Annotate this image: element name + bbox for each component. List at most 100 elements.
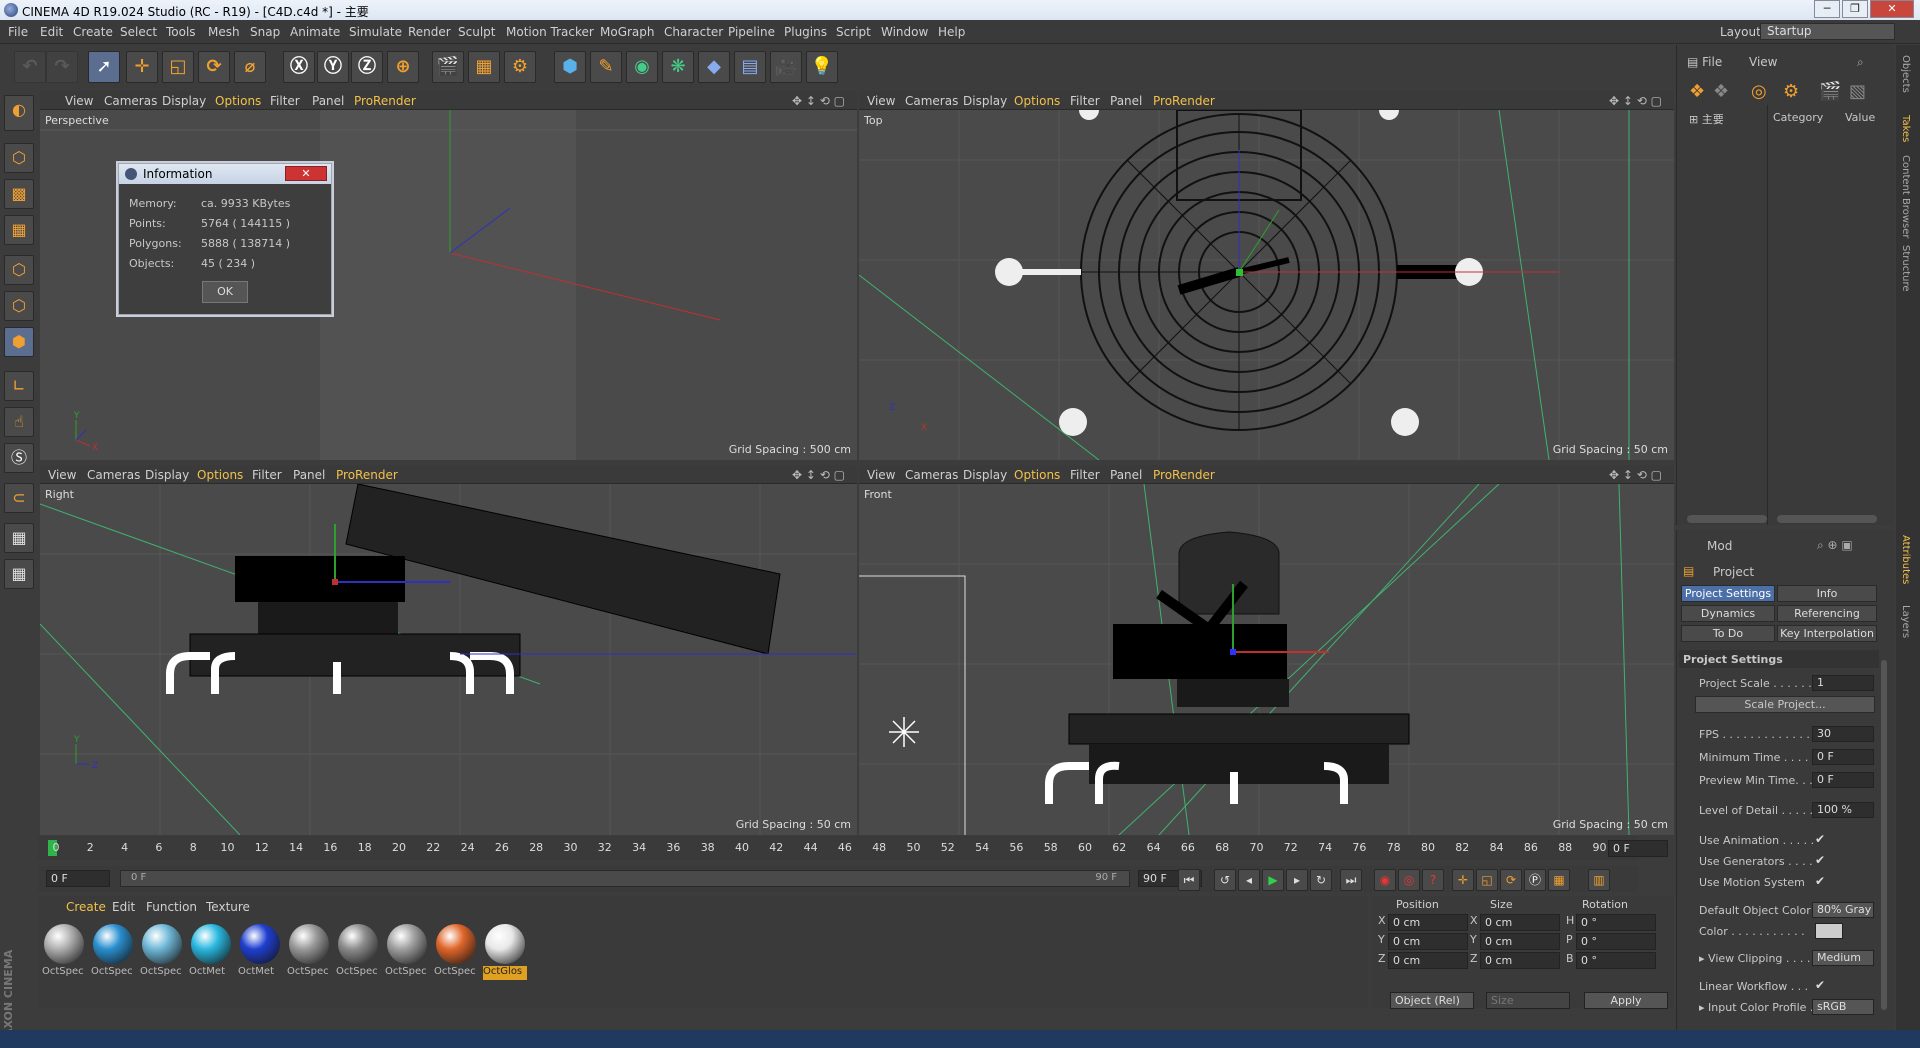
move-tool-icon[interactable]: ✛ (126, 51, 158, 83)
material-item[interactable]: OctSpec (287, 924, 331, 990)
vp-menu-display[interactable]: Display (963, 94, 1007, 108)
play-forward-icon[interactable]: ▶ (1262, 869, 1284, 891)
menu-mograph[interactable]: MoGraph (600, 25, 655, 39)
edges-mode-icon[interactable]: ⬡ (4, 291, 34, 321)
material-item[interactable]: OctMet (189, 924, 233, 990)
frame-range-slider[interactable]: 0 F 90 F (120, 870, 1130, 887)
menu-edit[interactable]: Edit (40, 25, 63, 39)
material-item[interactable]: OctSpec (385, 924, 429, 990)
vp-menu-view[interactable]: View (867, 468, 895, 482)
color-swatch[interactable] (1815, 923, 1843, 939)
tweak-mode-icon[interactable]: ☝ (4, 407, 34, 437)
preview-min-time-field[interactable]: 0 F (1812, 772, 1874, 788)
use-generators-checkbox[interactable]: ✔ (1815, 853, 1825, 867)
keyframe-selection-icon[interactable]: ? (1422, 869, 1444, 891)
vp-menu-view[interactable]: View (867, 94, 895, 108)
position-field[interactable]: 0 cm (1388, 914, 1468, 931)
live-selection-icon[interactable]: ➚ (88, 51, 120, 83)
vp-menu-display[interactable]: Display (963, 468, 1007, 482)
previous-key-icon[interactable]: ↺ (1214, 869, 1236, 891)
menu-motion-tracker[interactable]: Motion Tracker (506, 25, 594, 39)
menu-sculpt[interactable]: Sculpt (458, 25, 495, 39)
mat-menu-texture[interactable]: Texture (206, 900, 250, 914)
menu-file[interactable]: File (8, 25, 28, 39)
vp-menu-cameras[interactable]: Cameras (104, 94, 157, 108)
size-field[interactable]: 0 cm (1480, 952, 1560, 969)
light-icon[interactable]: 💡 (806, 51, 838, 83)
material-item[interactable]: OctSpec (434, 924, 478, 990)
menu-window[interactable]: Window (881, 25, 928, 39)
viewport-nav-icon[interactable]: ✥ ↕ ⟲ ▢ (792, 94, 845, 108)
camera-icon[interactable]: 🎥 (770, 51, 802, 83)
vp-menu-view[interactable]: View (48, 468, 76, 482)
side-tab-structure[interactable]: Structure (1900, 245, 1911, 292)
snapping-icon[interactable]: Ⓢ (4, 443, 34, 473)
vp-menu-filter[interactable]: Filter (270, 94, 300, 108)
menu-help[interactable]: Help (938, 25, 965, 39)
viewport-top[interactable]: View Cameras Display Options Filter Pane… (859, 91, 1674, 460)
viewport-nav-icon[interactable]: ✥ ↕ ⟲ ▢ (792, 468, 845, 482)
menu-select[interactable]: Select (120, 25, 157, 39)
min-time-field[interactable]: 0 F (1812, 749, 1874, 765)
horizontal-scrollbar[interactable] (1687, 515, 1767, 523)
use-animation-checkbox[interactable]: ✔ (1815, 832, 1825, 846)
render-picture-viewer-icon[interactable]: ▦ (468, 51, 500, 83)
project-scale-field[interactable]: 1 (1812, 675, 1874, 691)
vp-menu-panel[interactable]: Panel (293, 468, 325, 482)
default-color-select[interactable]: 80% Gray (1812, 902, 1874, 918)
tab-project-settings[interactable]: Project Settings (1681, 585, 1775, 602)
coordinate-mode-select[interactable]: Object (Rel) (1390, 992, 1474, 1009)
polygons-mode-icon[interactable]: ⬢ (4, 327, 34, 357)
ok-button[interactable]: OK (202, 281, 248, 303)
magnet-icon[interactable]: ⊂ (4, 483, 34, 513)
viewport-right[interactable]: View Cameras Display Options Filter Pane… (40, 465, 857, 835)
clapper-icon[interactable]: 🎬 (1819, 81, 1841, 102)
rotation-field[interactable]: 0 ° (1576, 933, 1656, 950)
fps-field[interactable]: 30 (1812, 726, 1874, 742)
menu-render[interactable]: Render (408, 25, 451, 39)
menu-create[interactable]: Create (73, 25, 113, 39)
attr-nav-icons[interactable]: ⌕ ⊕ ▣ (1817, 538, 1853, 553)
key-pla-icon[interactable]: ▦ (1548, 869, 1570, 891)
texture-mode-icon[interactable]: ▩ (4, 179, 34, 209)
next-frame-icon[interactable]: ▸ (1286, 869, 1308, 891)
recent-tools-icon[interactable]: ⌀ (234, 51, 266, 83)
rotation-field[interactable]: 0 ° (1576, 914, 1656, 931)
tab-key-interpolation[interactable]: Key Interpolation (1777, 625, 1877, 642)
tab-to-do[interactable]: To Do (1681, 625, 1775, 642)
linear-workflow-checkbox[interactable]: ✔ (1815, 978, 1825, 992)
menu-plugins[interactable]: Plugins (784, 25, 827, 39)
auto-key-icon[interactable]: ◎ (1398, 869, 1420, 891)
vp-menu-view[interactable]: View (65, 94, 93, 108)
menu-animate[interactable]: Animate (290, 25, 340, 39)
points-mode-icon[interactable]: ⬡ (4, 255, 34, 285)
overrides-icon[interactable]: ▧ (1849, 81, 1866, 102)
next-key-icon[interactable]: ↻ (1310, 869, 1332, 891)
vp-menu-prorender[interactable]: ProRender (1153, 94, 1215, 108)
key-scale-icon[interactable]: ◱ (1476, 869, 1498, 891)
subdivision-surface-icon[interactable]: ◉ (626, 51, 658, 83)
rotation-field[interactable]: 0 ° (1576, 952, 1656, 969)
current-frame-field[interactable]: 0 F (1608, 840, 1668, 857)
size-field[interactable]: 0 cm (1480, 933, 1560, 950)
workplane-icon[interactable]: ▦ (4, 215, 34, 245)
use-motion-checkbox[interactable]: ✔ (1815, 874, 1825, 888)
side-tab-takes[interactable]: Takes (1900, 115, 1911, 142)
layout-select[interactable]: Startup (1760, 23, 1895, 40)
main-take-icon[interactable]: ◎ (1751, 81, 1767, 102)
vp-menu-cameras[interactable]: Cameras (87, 468, 140, 482)
size-mode-select[interactable]: Size (1486, 992, 1570, 1009)
tab-info[interactable]: Info (1777, 585, 1877, 602)
vp-menu-panel[interactable]: Panel (312, 94, 344, 108)
horizontal-scrollbar-2[interactable] (1777, 515, 1877, 523)
viewport-nav-icon[interactable]: ✥ ↕ ⟲ ▢ (1609, 94, 1662, 108)
menu-snap[interactable]: Snap (250, 25, 280, 39)
size-field[interactable]: 0 cm (1480, 914, 1560, 931)
vp-menu-filter[interactable]: Filter (252, 468, 282, 482)
previous-frame-icon[interactable]: ◂ (1238, 869, 1260, 891)
tab-referencing[interactable]: Referencing (1777, 605, 1877, 622)
viewport-nav-icon[interactable]: ✥ ↕ ⟲ ▢ (1609, 468, 1662, 482)
vp-menu-prorender[interactable]: ProRender (1153, 468, 1215, 482)
axis-mode-icon[interactable]: ∟ (4, 371, 34, 401)
workplane-lock-icon[interactable]: ▦ (4, 523, 34, 553)
